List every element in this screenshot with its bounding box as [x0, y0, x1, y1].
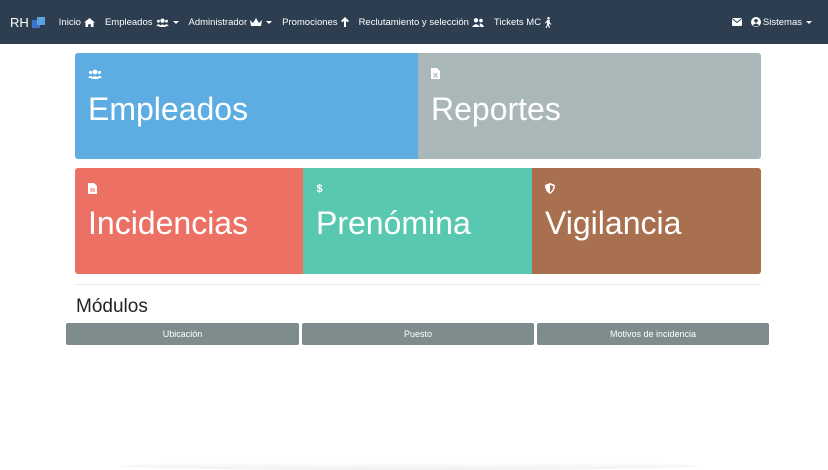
nav-item-promociones[interactable]: Promociones: [282, 16, 349, 28]
home-icon: [84, 17, 95, 27]
chevron-down-icon: [266, 20, 273, 24]
tile-vigilancia[interactable]: Vigilancia: [532, 168, 761, 274]
tile-incidencias[interactable]: Incidencias: [75, 168, 304, 274]
tile-empleados[interactable]: Empleados: [75, 53, 419, 159]
brand-logo-icon: [31, 16, 45, 28]
tile-label: Reportes: [431, 91, 561, 127]
main-nav: Inicio Empleados Administrador Promocion…: [59, 16, 562, 28]
nav-item-reclutamiento[interactable]: Reclutamiento y selección: [359, 17, 484, 28]
user-friends-icon: [471, 17, 484, 27]
brand[interactable]: RH: [10, 15, 45, 30]
ubicacion-button[interactable]: Ubicación: [66, 323, 299, 345]
puesto-button[interactable]: Puesto: [302, 323, 534, 345]
user-label: Sistemas: [762, 16, 802, 28]
nav-item-inicio[interactable]: Inicio: [59, 17, 95, 28]
nav-item-label: Administrador: [188, 16, 248, 28]
file-excel-icon: [431, 66, 440, 84]
tile-label: Vigilancia: [545, 205, 682, 241]
nav-item-empleados[interactable]: Empleados: [105, 17, 179, 28]
footer-shadow: [120, 462, 700, 470]
dollar-icon: $: [316, 181, 324, 199]
motivos-de-incidencia-button[interactable]: Motivos de incidencia: [537, 323, 769, 345]
shield-icon: [545, 181, 555, 199]
nav-item-label: Tickets MC: [493, 16, 542, 28]
svg-text:$: $: [317, 183, 323, 194]
tile-label: Incidencias: [88, 205, 249, 241]
chevron-down-icon: [806, 20, 812, 24]
tile-prenomina[interactable]: $ Prenómina: [303, 168, 533, 274]
arrow-up-icon: [340, 17, 349, 27]
nav-item-label: Reclutamiento y selección: [358, 16, 469, 28]
brand-text[interactable]: RH: [10, 15, 29, 30]
top-navbar: RH Inicio Empleados Administrador Promoc…: [0, 0, 828, 44]
chevron-down-icon: [172, 20, 179, 24]
users-icon: [88, 66, 102, 84]
user-menu[interactable]: Sistemas: [750, 16, 812, 28]
nav-item-label: Promociones: [282, 16, 338, 28]
nav-right: Sistemas: [731, 0, 812, 44]
users-icon: [155, 18, 169, 27]
file-icon: [88, 181, 97, 199]
nav-item-tickets[interactable]: Tickets MC: [493, 16, 552, 28]
envelope-icon[interactable]: [731, 18, 742, 26]
section-title-modulos: Módulos: [76, 296, 148, 317]
tile-label: Empleados: [88, 91, 249, 127]
walking-icon: [544, 16, 552, 28]
tile-label: Prenómina: [316, 205, 471, 241]
nav-item-label: Inicio: [58, 16, 81, 28]
nav-item-label: Empleados: [104, 16, 153, 28]
divider: [75, 284, 761, 285]
user-circle-icon: [750, 17, 761, 27]
tile-reportes[interactable]: Reportes: [418, 53, 761, 159]
nav-item-administrador[interactable]: Administrador: [189, 17, 273, 28]
crown-icon: [250, 17, 263, 26]
